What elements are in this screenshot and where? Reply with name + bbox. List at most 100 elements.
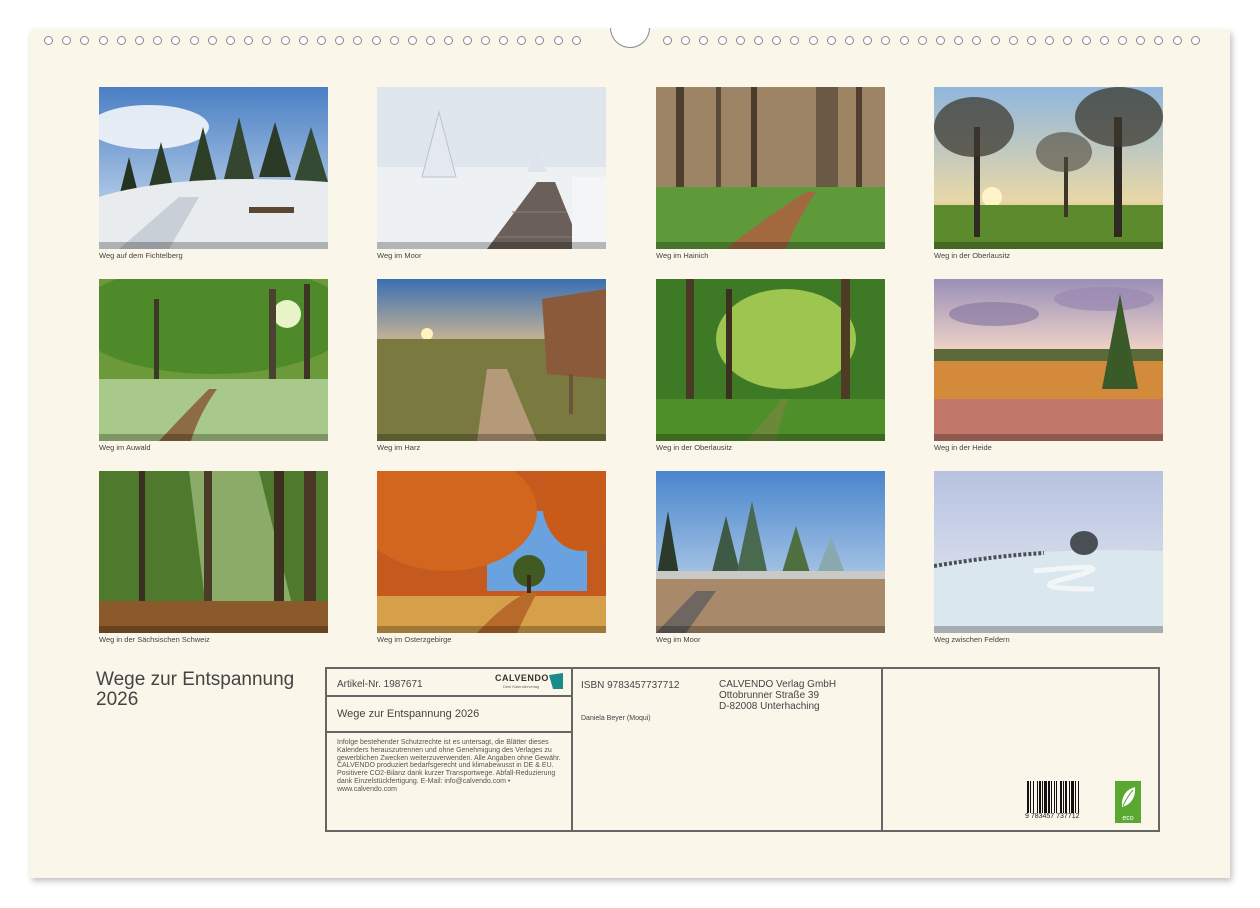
photo-heide	[934, 279, 1163, 441]
photo-caption: Weg in der Sächsischen Schweiz	[99, 635, 210, 644]
binding-ring	[1118, 36, 1127, 45]
binding-ring	[699, 36, 709, 45]
isbn: ISBN 9783457737712	[581, 680, 680, 691]
binding-ring	[353, 36, 363, 45]
photo-caption: Weg im Hainich	[656, 251, 709, 260]
logo-text: CALVENDO	[495, 673, 549, 683]
binding-ring	[881, 36, 891, 45]
barcode-bar	[1056, 781, 1057, 813]
binding-ring	[371, 36, 381, 45]
binding-ring	[1063, 36, 1073, 45]
binding-ring	[1027, 36, 1036, 45]
binding-ring	[226, 36, 235, 45]
binding-ring	[790, 36, 800, 45]
barcode-bar	[1039, 781, 1041, 813]
publisher-address: CALVENDO Verlag GmbH Ottobrunner Straße …	[719, 679, 836, 712]
barcode-bar	[1054, 781, 1055, 813]
logo-subtitle: Dein Kalenderverlag	[503, 684, 540, 689]
binding-ring	[954, 36, 964, 45]
binding-ring	[1081, 36, 1091, 45]
barcode-bar	[1078, 781, 1079, 813]
photo-oberlausitz-forest	[656, 279, 885, 441]
binding-ring	[535, 36, 545, 45]
photo-caption: Weg im Harz	[377, 443, 421, 452]
binding-ring	[62, 36, 72, 45]
calendar-title-imprint: Wege zur Entspannung 2026	[337, 708, 480, 720]
calendar-back-page: Weg auf dem Fichtelberg Weg im Moor Weg …	[30, 28, 1230, 878]
binding-ring	[1045, 36, 1055, 45]
binding-ring	[936, 36, 945, 45]
barcode-bar	[1027, 781, 1029, 813]
binding-ring	[135, 36, 144, 45]
binding-ring	[189, 36, 199, 45]
photo-harz	[377, 279, 606, 441]
photo-auwald	[99, 279, 328, 441]
binding-ring	[171, 36, 181, 45]
publisher-city: D-82008 Unterhaching	[719, 701, 820, 712]
barcode-bar	[1030, 781, 1031, 813]
photo-hainich	[656, 87, 885, 249]
binding-ring	[826, 36, 836, 45]
binding-ring	[444, 36, 454, 45]
photo-caption: Weg auf dem Fichtelberg	[99, 251, 183, 260]
photo-caption: Weg in der Oberlausitz	[656, 443, 733, 452]
binding-ring	[863, 36, 873, 45]
barcode-bar	[1075, 781, 1076, 813]
barcode-bar	[1033, 781, 1034, 813]
calendar-title-line1: Wege zur Entspannung	[96, 669, 295, 690]
binding-ring	[772, 36, 782, 45]
binding-ring	[426, 36, 436, 45]
author: Daniela Beyer (Moqui)	[581, 715, 651, 722]
binding-ring	[44, 36, 53, 45]
barcode: 9 783457 737712	[1025, 781, 1097, 821]
barcode-bar	[1060, 781, 1062, 813]
binding-ring	[845, 36, 854, 45]
photo-caption: Weg im Auwald	[99, 443, 151, 452]
photo-osterzgebirge	[377, 471, 606, 633]
binding-ring	[207, 36, 217, 45]
binding-ring	[1099, 36, 1109, 45]
binding-ring	[1190, 36, 1200, 45]
photo-zwischen-feldern	[934, 471, 1163, 633]
barcode-bar	[1042, 781, 1043, 813]
barcode-bar	[1044, 781, 1047, 813]
binding-ring	[972, 36, 982, 45]
photo-caption: Weg in der Heide	[934, 443, 992, 452]
binding-ring	[917, 36, 927, 45]
binding-ring	[80, 36, 90, 45]
calvendo-mark-icon	[549, 673, 563, 689]
binding-ring	[116, 36, 126, 45]
binding-ring	[280, 36, 290, 45]
barcode-bar	[1037, 781, 1038, 813]
binding-ring	[681, 36, 691, 45]
photo-caption: Weg im Moor	[377, 251, 422, 260]
barcode-bar	[1069, 781, 1070, 813]
imprint-box: Artikel-Nr. 1987671 CALVENDO Dein Kalend…	[325, 667, 1160, 832]
barcode-bars-icon	[1027, 781, 1079, 813]
binding-ring	[262, 36, 272, 45]
binding-ring	[244, 36, 254, 45]
legal-notice: Infolge bestehender Schutzrechte ist es …	[337, 739, 561, 793]
binding-ring	[517, 36, 527, 45]
binding-ring	[298, 36, 308, 45]
binding-ring	[553, 36, 563, 45]
binding-ring	[480, 36, 490, 45]
eco-badge: eco	[1115, 781, 1141, 823]
photo-saechsische-schweiz	[99, 471, 328, 633]
binding-ring	[663, 36, 672, 45]
binding-ring	[153, 36, 163, 45]
binding-ring	[717, 36, 727, 45]
binding-ring	[499, 36, 508, 45]
binding-ring	[335, 36, 345, 45]
binding-ring	[98, 36, 108, 45]
article-number: Artikel-Nr. 1987671	[337, 679, 423, 690]
eco-label: eco	[1115, 814, 1141, 823]
binding-ring	[1172, 36, 1182, 45]
binding-ring	[462, 36, 472, 45]
barcode-bar	[1071, 781, 1074, 813]
photo-moor-winter	[656, 471, 885, 633]
binding-ring	[1154, 36, 1164, 45]
photo-caption: Weg im Osterzgebirge	[377, 635, 452, 644]
binding-ring	[317, 36, 326, 45]
publisher-name: CALVENDO Verlag GmbH	[719, 679, 837, 690]
